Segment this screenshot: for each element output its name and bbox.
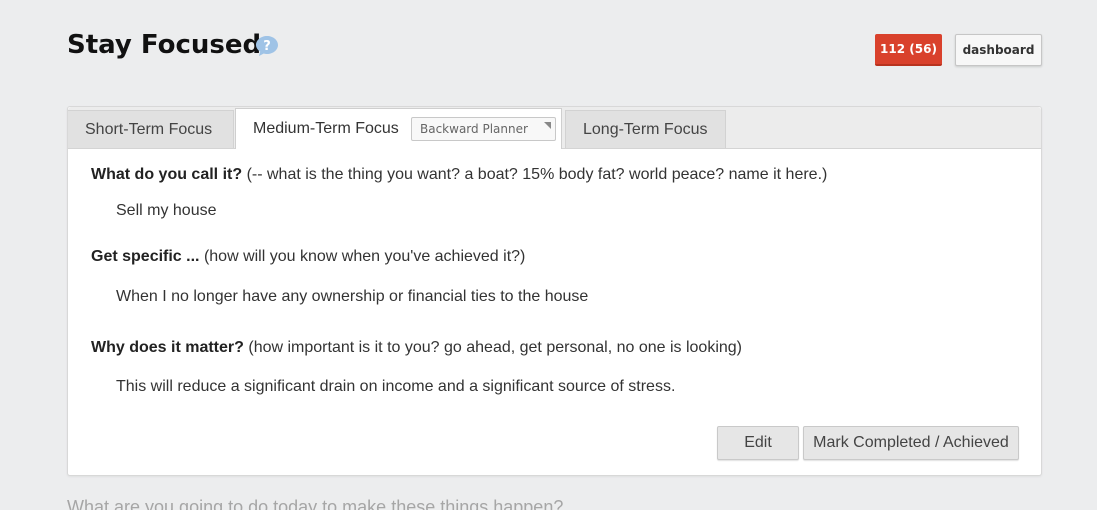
question-title: Get specific ...	[91, 248, 200, 265]
focus-tab-bar: Short-Term Focus Medium-Term Focus Backw…	[68, 107, 1041, 149]
mark-completed-button[interactable]: Mark Completed / Achieved	[803, 426, 1019, 460]
tab-medium-term-focus[interactable]: Medium-Term Focus Backward Planner	[235, 108, 562, 149]
answer-name: Sell my house	[116, 202, 217, 219]
tab-short-term-focus[interactable]: Short-Term Focus	[68, 110, 234, 148]
dashboard-button[interactable]: dashboard	[955, 34, 1042, 66]
question-title: Why does it matter?	[91, 339, 244, 356]
page: Stay Focused ? 112 (56) dashboard Short-…	[0, 0, 1097, 510]
page-title: Stay Focused	[67, 30, 262, 60]
question-title: What do you call it?	[91, 166, 243, 183]
question-hint: (-- what is the thing you want? a boat? …	[246, 166, 828, 183]
daily-action-prompt: What are you going to do today to make t…	[67, 497, 564, 510]
dropdown-corner-icon	[544, 122, 551, 129]
focus-panel: Short-Term Focus Medium-Term Focus Backw…	[67, 106, 1042, 476]
tab-label: Short-Term Focus	[85, 120, 213, 138]
question-hint: (how important is it to you? go ahead, g…	[248, 339, 742, 356]
tab-label: Long-Term Focus	[583, 120, 708, 138]
notification-count-badge[interactable]: 112 (56)	[875, 34, 942, 66]
answer-specific: When I no longer have any ownership or f…	[116, 288, 589, 305]
tab-long-term-focus[interactable]: Long-Term Focus	[565, 110, 726, 148]
tab-label: Medium-Term Focus	[253, 120, 399, 137]
svg-text:?: ?	[263, 39, 271, 54]
planner-select-value: Backward Planner	[420, 122, 528, 136]
question-why: Why does it matter? (how important is it…	[91, 339, 742, 357]
question-hint: (how will you know when you've achieved …	[203, 248, 526, 265]
question-specific: Get specific ... (how will you know when…	[91, 248, 525, 266]
planner-type-select[interactable]: Backward Planner	[411, 117, 556, 141]
edit-button[interactable]: Edit	[717, 426, 799, 460]
answer-why: This will reduce a significant drain on …	[116, 378, 676, 395]
question-bubble-icon[interactable]: ?	[255, 35, 279, 57]
question-name: What do you call it? (-- what is the thi…	[91, 166, 827, 184]
